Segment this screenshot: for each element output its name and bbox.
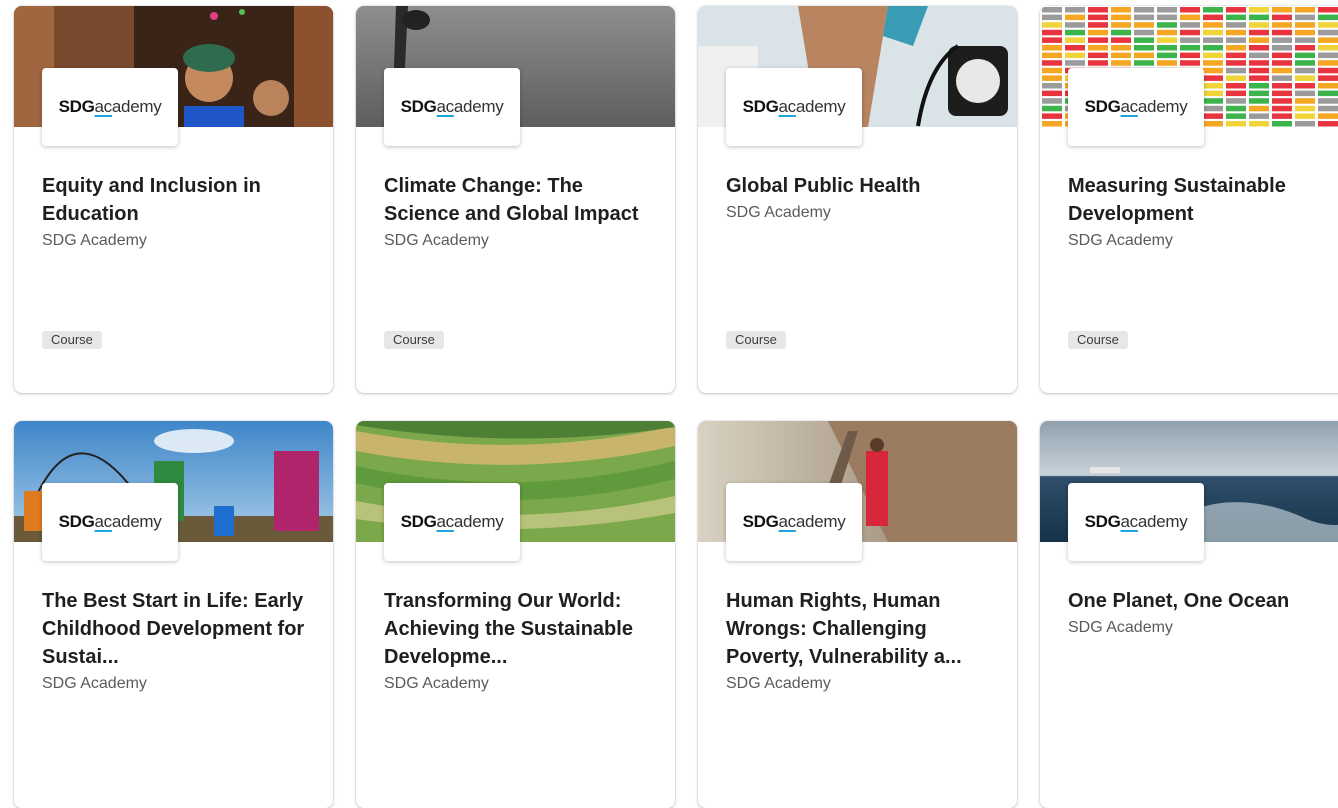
sdg-academy-logo: SDGacademy (1068, 68, 1204, 146)
course-card[interactable]: SDGacademy Equity and Inclusion in Educa… (14, 6, 333, 393)
course-partner: SDG Academy (384, 232, 489, 249)
course-card[interactable]: SDGacademy One Planet, One Ocean SDG Aca… (1040, 421, 1338, 808)
course-type-badge: Course (726, 331, 786, 349)
course-card[interactable]: SDGacademy Measuring Sustainable Develop… (1040, 6, 1338, 393)
course-type-badge: Course (1068, 331, 1128, 349)
course-partner: SDG Academy (42, 232, 147, 249)
course-partner: SDG Academy (726, 204, 831, 221)
course-partner: SDG Academy (1068, 232, 1173, 249)
course-partner: SDG Academy (1068, 619, 1173, 636)
course-title[interactable]: Global Public Health (726, 172, 996, 200)
sdg-academy-logo: SDGacademy (384, 68, 520, 146)
sdg-academy-logo: SDGacademy (726, 483, 862, 561)
course-type-badge: Course (384, 331, 444, 349)
course-partner: SDG Academy (384, 675, 489, 692)
course-grid: SDGacademy Equity and Inclusion in Educa… (0, 0, 1338, 808)
sdg-academy-logo: SDGacademy (42, 483, 178, 561)
course-title[interactable]: Equity and Inclusion in Education (42, 172, 312, 228)
course-title[interactable]: Human Rights, Human Wrongs: Challenging … (726, 587, 996, 671)
sdg-academy-logo: SDGacademy (1068, 483, 1204, 561)
course-partner: SDG Academy (42, 675, 147, 692)
sdg-academy-logo: SDGacademy (42, 68, 178, 146)
course-partner: SDG Academy (726, 675, 831, 692)
course-card[interactable]: SDGacademy Human Rights, Human Wrongs: C… (698, 421, 1017, 808)
course-title[interactable]: One Planet, One Ocean (1068, 587, 1338, 615)
course-type-badge: Course (42, 331, 102, 349)
sdg-academy-logo: SDGacademy (384, 483, 520, 561)
course-title[interactable]: The Best Start in Life: Early Childhood … (42, 587, 312, 671)
course-title[interactable]: Measuring Sustainable Development (1068, 172, 1338, 228)
course-card[interactable]: SDGacademy Global Public Health SDG Acad… (698, 6, 1017, 393)
course-card[interactable]: SDGacademy Climate Change: The Science a… (356, 6, 675, 393)
sdg-academy-logo: SDGacademy (726, 68, 862, 146)
course-title[interactable]: Climate Change: The Science and Global I… (384, 172, 654, 228)
course-card[interactable]: SDGacademy Transforming Our World: Achie… (356, 421, 675, 808)
course-card[interactable]: SDGacademy The Best Start in Life: Early… (14, 421, 333, 808)
course-title[interactable]: Transforming Our World: Achieving the Su… (384, 587, 654, 671)
